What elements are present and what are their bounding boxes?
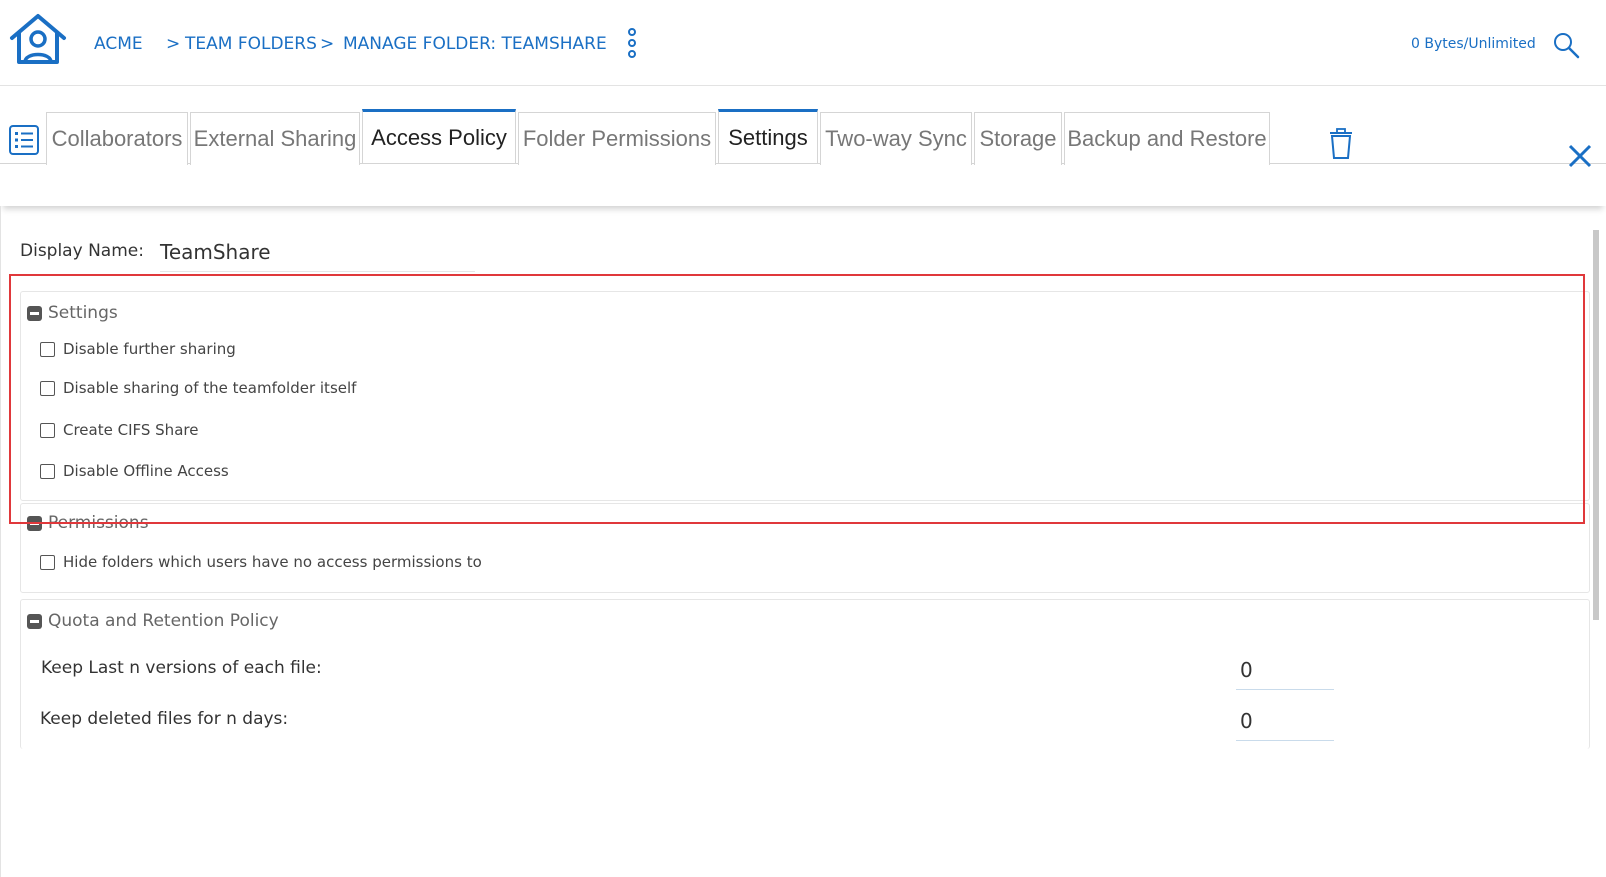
scrollbar[interactable] [1593,230,1599,620]
page-edge [0,206,1,877]
minus-icon[interactable] [27,613,42,629]
tab-backup-and-restore[interactable]: Backup and Restore [1064,112,1270,165]
keep-versions-input[interactable]: 0 [1236,652,1334,690]
tab-two-way-sync[interactable]: Two-way Sync [820,112,972,165]
highlight-box [9,274,1585,524]
search-icon[interactable] [1552,31,1580,59]
keep-versions-label: Keep Last n versions of each file: [41,658,322,678]
tab-storage[interactable]: Storage [974,112,1062,165]
breadcrumb-home[interactable]: ACME [94,34,143,54]
display-name-field[interactable]: TeamShare [160,236,475,272]
quota-section-header[interactable]: Quota and Retention Policy [27,611,279,631]
tab-settings[interactable]: Settings [718,109,818,163]
breadcrumb-separator: > [166,34,181,54]
close-icon[interactable] [1567,143,1593,169]
keep-deleted-days-label: Keep deleted files for n days: [40,709,289,729]
keep-deleted-days-input[interactable]: 0 [1236,703,1334,741]
storage-quota: 0 Bytes/Unlimited [1411,36,1536,52]
breadcrumb-team-folders[interactable]: TEAM FOLDERS [185,34,317,54]
display-name-label: Display Name: [20,241,144,261]
tab-collaborators[interactable]: Collaborators [46,112,188,165]
list-icon[interactable] [8,124,40,156]
checkbox[interactable] [40,554,55,570]
tab-access-policy[interactable]: Access Policy [362,109,516,163]
checkbox-label: Hide folders which users have no access … [63,553,482,571]
kebab-menu-icon[interactable] [624,28,640,60]
permission-hide-folders[interactable]: Hide folders which users have no access … [40,553,482,571]
quota-section-title: Quota and Retention Policy [48,611,279,631]
top-bar: ACME > TEAM FOLDERS > MANAGE FOLDER: TEA… [0,0,1606,86]
tab-folder-permissions[interactable]: Folder Permissions [518,112,716,165]
breadcrumb-separator: > [320,34,335,54]
tab-external-sharing[interactable]: External Sharing [190,112,360,165]
breadcrumb-manage-folder: MANAGE FOLDER: TEAMSHARE [343,34,607,54]
home-icon[interactable] [8,12,68,66]
trash-icon[interactable] [1328,128,1354,160]
